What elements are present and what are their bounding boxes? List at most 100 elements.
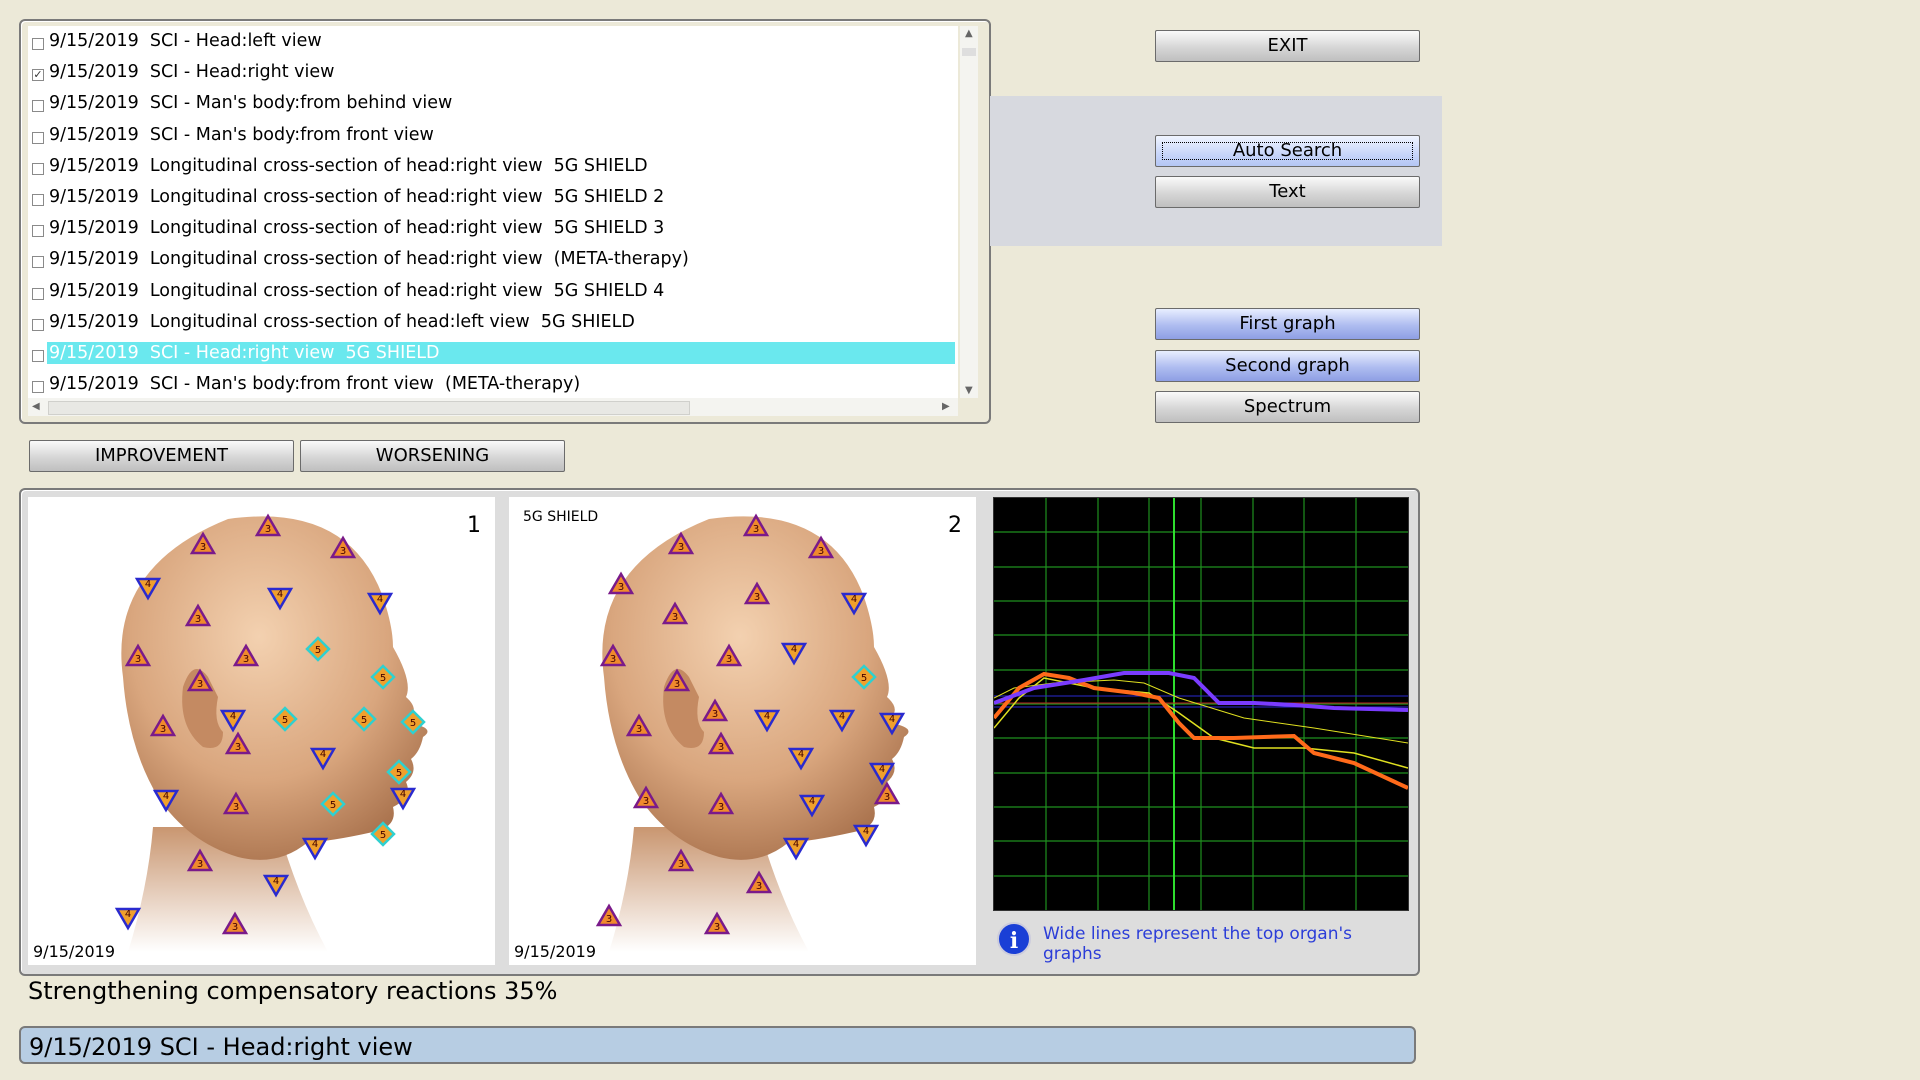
- svg-text:3: 3: [135, 654, 141, 665]
- view-number-2: 2: [948, 513, 962, 538]
- search-button-group: [990, 96, 1442, 246]
- svg-text:3: 3: [884, 792, 890, 803]
- measurement-point-marker[interactable]: 4: [852, 824, 880, 848]
- svg-text:5: 5: [315, 645, 321, 656]
- graph-note: Wide lines represent the top organ's gra…: [1043, 924, 1353, 964]
- svg-text:3: 3: [726, 654, 732, 665]
- record-checkbox[interactable]: [32, 225, 44, 238]
- organ-graph[interactable]: [992, 497, 1409, 911]
- svg-text:3: 3: [233, 802, 239, 813]
- svg-text:4: 4: [145, 579, 151, 590]
- list-item[interactable]: 9/15/2019 SCI - Head:left view: [28, 26, 958, 56]
- improvement-button[interactable]: IMPROVEMENT: [29, 440, 294, 472]
- record-label: 9/15/2019 Longitudinal cross-section of …: [49, 249, 689, 270]
- head-view-2[interactable]: 3 3 3 3 3 4 3 3 3 4 3 5 3 4 4 4 3 3 4 4 3 3 3 4 4 4 3 3 3 3 5G SHIELD…: [509, 497, 976, 965]
- svg-text:4: 4: [377, 594, 383, 605]
- svg-text:4: 4: [809, 796, 815, 807]
- svg-text:4: 4: [839, 711, 845, 722]
- second-graph-button[interactable]: Second graph: [1155, 350, 1420, 382]
- svg-text:5: 5: [410, 718, 416, 729]
- svg-text:4: 4: [764, 711, 770, 722]
- record-label: 9/15/2019 Longitudinal cross-section of …: [49, 187, 665, 207]
- record-label: 9/15/2019 SCI - Head:right view 5G SHIEL…: [47, 342, 955, 364]
- text-button[interactable]: Text: [1155, 176, 1420, 208]
- svg-text:5: 5: [361, 715, 367, 726]
- svg-text:4: 4: [230, 711, 236, 722]
- record-checkbox[interactable]: [32, 100, 44, 113]
- record-checkbox[interactable]: [32, 350, 44, 362]
- record-label: 9/15/2019 SCI - Head:left view: [49, 31, 322, 51]
- svg-text:4: 4: [312, 839, 318, 850]
- svg-text:3: 3: [610, 654, 616, 665]
- svg-text:3: 3: [754, 592, 760, 603]
- measurement-point-marker[interactable]: 4: [301, 837, 329, 861]
- auto-search-button[interactable]: Auto Search: [1155, 135, 1420, 167]
- svg-text:4: 4: [798, 749, 804, 760]
- svg-text:3: 3: [674, 679, 680, 690]
- list-item[interactable]: 9/15/2019 Longitudinal cross-section of …: [28, 213, 958, 243]
- exit-button[interactable]: EXIT: [1155, 30, 1420, 62]
- svg-text:3: 3: [606, 914, 612, 925]
- record-checkbox[interactable]: ✓: [32, 69, 44, 82]
- list-item[interactable]: ✓ 9/15/2019 SCI - Head:right view: [28, 57, 958, 87]
- svg-text:3: 3: [197, 679, 203, 690]
- list-item[interactable]: 9/15/2019 Longitudinal cross-section of …: [28, 276, 958, 306]
- record-checkbox[interactable]: [32, 318, 44, 331]
- svg-text:3: 3: [753, 524, 759, 535]
- info-icon: i: [997, 922, 1031, 956]
- worsening-button[interactable]: WORSENING: [300, 440, 565, 472]
- selected-record-bar: 9/15/2019 SCI - Head:right view: [19, 1026, 1416, 1064]
- record-checkbox[interactable]: [32, 162, 44, 175]
- scroll-up-arrow-icon[interactable]: ▲: [965, 28, 973, 39]
- svg-text:3: 3: [618, 582, 624, 593]
- record-label: 9/15/2019 Longitudinal cross-section of …: [49, 155, 648, 176]
- svg-text:3: 3: [232, 922, 238, 933]
- scroll-left-arrow-icon[interactable]: ◀: [32, 401, 40, 412]
- horizontal-scroll-thumb[interactable]: [48, 401, 690, 415]
- record-checkbox[interactable]: [32, 381, 44, 394]
- svg-text:3: 3: [672, 612, 678, 623]
- vertical-scroll-thumb[interactable]: [962, 48, 976, 56]
- list-item[interactable]: 9/15/2019 Longitudinal cross-section of …: [28, 182, 958, 212]
- head-view-1[interactable]: 3 3 3 4 4 4 3 3 3 3 5 5 4 5 5 5 3 3 4 5 4 4 3 5 5 4 3 4 4 3 1 9/15/20…: [28, 497, 495, 965]
- list-item[interactable]: 9/15/2019 SCI - Head:right view 5G SHIEL…: [28, 338, 958, 368]
- svg-text:3: 3: [718, 802, 724, 813]
- svg-text:3: 3: [678, 859, 684, 870]
- spectrum-button[interactable]: Spectrum: [1155, 391, 1420, 423]
- record-checkbox[interactable]: [32, 38, 44, 50]
- record-checkbox[interactable]: [32, 287, 44, 300]
- svg-text:4: 4: [851, 594, 857, 605]
- svg-text:3: 3: [195, 614, 201, 625]
- svg-text:4: 4: [320, 749, 326, 760]
- record-checkbox[interactable]: [32, 131, 44, 144]
- record-checkbox[interactable]: [32, 194, 44, 206]
- scroll-right-arrow-icon[interactable]: ▶: [942, 401, 950, 412]
- list-item[interactable]: 9/15/2019 Longitudinal cross-section of …: [28, 244, 958, 274]
- list-item[interactable]: 9/15/2019 SCI - Man's body:from behind v…: [28, 88, 958, 118]
- measurement-point-marker[interactable]: 4: [782, 837, 810, 861]
- svg-text:3: 3: [718, 742, 724, 753]
- view-label-2: 5G SHIELD: [523, 509, 599, 525]
- graph-grid: [994, 498, 1408, 910]
- list-item[interactable]: 9/15/2019 SCI - Man's body:from front vi…: [28, 369, 958, 398]
- svg-text:4: 4: [793, 839, 799, 850]
- record-list[interactable]: 9/15/2019 SCI - Head:left view ✓ 9/15/2019…: [28, 26, 958, 398]
- record-label: 9/15/2019 Longitudinal cross-section of …: [49, 218, 665, 239]
- svg-text:3: 3: [200, 542, 206, 553]
- scroll-down-arrow-icon[interactable]: ▼: [965, 385, 973, 396]
- first-graph-button[interactable]: First graph: [1155, 308, 1420, 340]
- record-label: 9/15/2019 SCI - Man's body:from front vi…: [49, 124, 434, 145]
- measurement-point-marker[interactable]: 3: [595, 903, 623, 927]
- list-item[interactable]: 9/15/2019 Longitudinal cross-section of …: [28, 307, 958, 337]
- list-item[interactable]: 9/15/2019 SCI - Man's body:from front vi…: [28, 120, 958, 150]
- head-illustration-1: 3 3 3 4 4 4 3 3 3 3 5 5 4 5 5 5 3 3 4 5 4 4 3 5 5 4 3 4 4 3: [114, 513, 428, 952]
- record-checkbox[interactable]: [32, 256, 44, 269]
- vertical-scrollbar[interactable]: ▲ ▼: [960, 26, 978, 398]
- view-date-1: 9/15/2019: [33, 942, 116, 961]
- view-number-1: 1: [467, 513, 481, 538]
- horizontal-scrollbar[interactable]: ◀ ▶: [28, 398, 958, 416]
- list-item[interactable]: 9/15/2019 Longitudinal cross-section of …: [28, 151, 958, 181]
- svg-text:4: 4: [863, 826, 869, 837]
- svg-text:4: 4: [125, 909, 131, 920]
- svg-text:4: 4: [400, 789, 406, 800]
